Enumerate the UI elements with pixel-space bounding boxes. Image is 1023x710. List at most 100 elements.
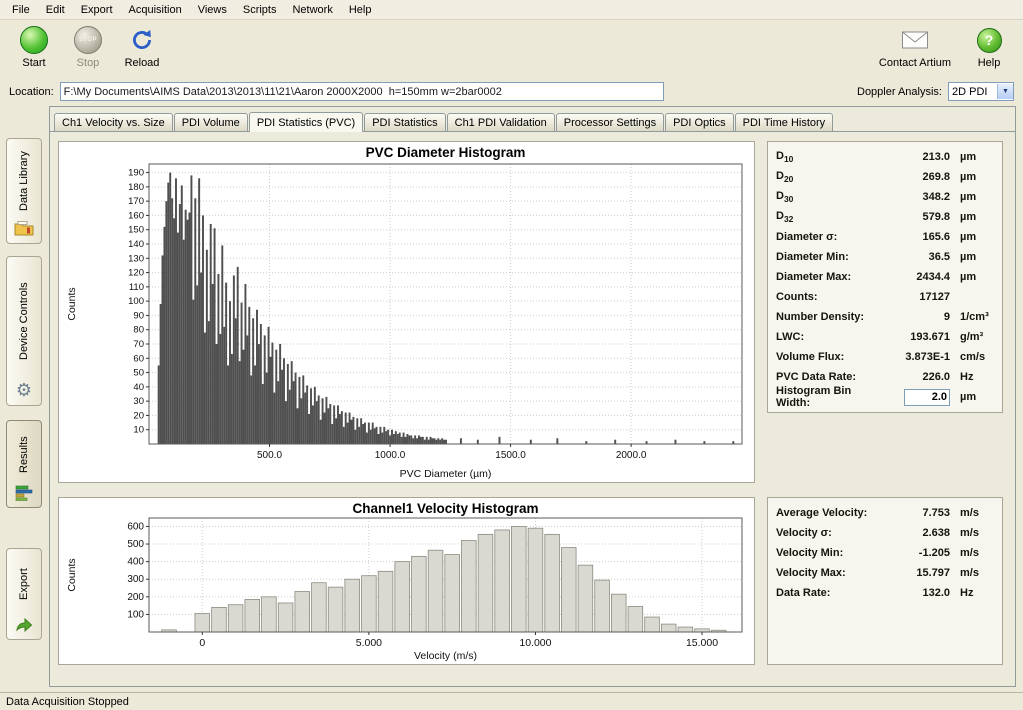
stat-lwc-row: LWC:193.671g/m³ (774, 327, 996, 347)
stat-velocity-min-label: Velocity Min: (776, 547, 880, 559)
svg-text:200: 200 (127, 592, 144, 603)
doppler-analysis-value: 2D PDI (949, 86, 997, 98)
stat-d30-value: 348.2 (880, 191, 950, 203)
stat-d20-value: 269.8 (880, 171, 950, 183)
tab-pdi-statistics[interactable]: PDI Statistics (364, 113, 445, 131)
menu-item-network[interactable]: Network (284, 2, 340, 18)
stat-diameter-sigma-label: Diameter σ: (776, 231, 880, 243)
svg-text:500.0: 500.0 (257, 450, 282, 461)
svg-text:150: 150 (128, 225, 144, 236)
toolbar-left-group: Start STOP Stop Reload (10, 23, 166, 69)
stat-velocity-max-label: Velocity Max: (776, 567, 880, 579)
sidebar-item-label: Export (18, 557, 30, 612)
menu-item-export[interactable]: Export (73, 2, 121, 18)
start-icon (20, 26, 48, 54)
side-tab-bar: Data Library Device Controls⚙ Results Expor… (0, 104, 48, 692)
svg-text:100: 100 (127, 609, 144, 620)
tab-ch1-velocity-vs-size[interactable]: Ch1 Velocity vs. Size (54, 113, 173, 131)
menu-item-scripts[interactable]: Scripts (235, 2, 285, 18)
svg-text:180: 180 (128, 182, 144, 193)
stat-number-density-label: Number Density: (776, 311, 880, 323)
stat-d10-value: 213.0 (880, 151, 950, 163)
svg-text:90: 90 (133, 310, 144, 321)
doppler-analysis-select[interactable]: 2D PDI ▼ (948, 82, 1014, 101)
svg-text:1500.0: 1500.0 (495, 450, 526, 461)
envelope-icon (901, 25, 929, 55)
stat-counts-value: 17127 (880, 291, 950, 303)
stat-d32-row: D32579.8µm (774, 207, 996, 227)
svg-text:PVC Diameter Histogram: PVC Diameter Histogram (366, 145, 526, 160)
start-button[interactable]: Start (10, 23, 58, 69)
sidebar-item-results[interactable]: Results (6, 420, 42, 508)
tab-pdi-volume[interactable]: PDI Volume (174, 113, 248, 131)
results-icon (15, 485, 33, 501)
stat-volume-flux-label: Volume Flux: (776, 351, 880, 363)
stop-button[interactable]: STOP Stop (64, 23, 112, 69)
menu-item-help[interactable]: Help (341, 2, 380, 18)
svg-text:Counts: Counts (66, 287, 78, 320)
histogram-bin-width-input[interactable] (904, 389, 950, 406)
stat-velocity-max-row: Velocity Max:15.797m/s (774, 563, 996, 583)
menu-item-views[interactable]: Views (190, 2, 235, 18)
svg-text:70: 70 (133, 339, 144, 350)
tab-ch1-pdi-validation[interactable]: Ch1 PDI Validation (447, 113, 555, 131)
stat-diameter-sigma-row: Diameter σ:165.6µm (774, 227, 996, 247)
svg-text:190: 190 (128, 168, 144, 179)
stat-data-rate-label: Data Rate: (776, 587, 880, 599)
stat-counts-row: Counts:17127 (774, 287, 996, 307)
tab-processor-settings[interactable]: Processor Settings (556, 113, 664, 131)
stat-diameter-min-row: Diameter Min:36.5µm (774, 247, 996, 267)
sidebar-item-label: Data Library (18, 147, 30, 216)
stat-data-rate-unit: Hz (950, 587, 994, 599)
stat-velocity-max-unit: m/s (950, 567, 994, 579)
sidebar-item-export[interactable]: Export (6, 548, 42, 640)
stat-velocity-min-unit: m/s (950, 547, 994, 559)
stat-number-density-value: 9 (880, 311, 950, 323)
svg-text:1000.0: 1000.0 (375, 450, 406, 461)
svg-text:Channel1 Velocity Histogram: Channel1 Velocity Histogram (352, 501, 538, 516)
export-icon (15, 616, 33, 633)
menu-item-file[interactable]: File (4, 2, 38, 18)
svg-text:120: 120 (128, 268, 144, 279)
svg-text:600: 600 (127, 521, 144, 532)
menu-item-edit[interactable]: Edit (38, 2, 73, 18)
contact-artium-button[interactable]: Contact Artium (877, 23, 953, 69)
svg-text:60: 60 (133, 353, 144, 364)
tab-pdi-statistics-pvc[interactable]: PDI Statistics (PVC) (249, 112, 363, 132)
doppler-analysis-label: Doppler Analysis: (857, 86, 942, 98)
tab-pdi-optics[interactable]: PDI Optics (665, 113, 734, 131)
aims-application-window: FileEditExportAcquisitionViewsScriptsNet… (0, 0, 1023, 710)
stat-data-rate-value: 132.0 (880, 587, 950, 599)
stat-d20-label: D20 (776, 170, 880, 184)
location-input[interactable] (60, 82, 664, 101)
stat-diameter-min-unit: µm (950, 251, 994, 263)
svg-text:400: 400 (127, 557, 144, 568)
status-bar: Data Acquisition Stopped (0, 692, 1023, 710)
gear-icon: ⚙ (16, 381, 32, 399)
results-panels: 1020304050607080901001101201301401501601… (50, 132, 1015, 686)
status-text: Data Acquisition Stopped (6, 696, 129, 708)
reload-button[interactable]: Reload (118, 23, 166, 69)
stat-average-velocity-value: 7.753 (880, 507, 950, 519)
stat-lwc-unit: g/m³ (950, 331, 994, 343)
stat-d32-value: 579.8 (880, 211, 950, 223)
stat-d32-label: D32 (776, 210, 880, 224)
sidebar-item-device-controls[interactable]: Device Controls⚙ (6, 256, 42, 406)
help-button[interactable]: ? Help (965, 23, 1013, 69)
svg-text:160: 160 (128, 210, 144, 221)
reload-icon (129, 25, 155, 55)
velocity-histogram-panel: 10020030040050060005.00010.00015.000Chan… (58, 497, 755, 665)
sidebar-item-data-library[interactable]: Data Library (6, 138, 42, 244)
svg-text:PVC Diameter (µm): PVC Diameter (µm) (400, 468, 492, 480)
stat-histogram-bin-width-row: Histogram Bin Width:µm (774, 387, 996, 407)
menu-item-acquisition[interactable]: Acquisition (121, 2, 190, 18)
tab-strip: Ch1 Velocity vs. SizePDI VolumePDI Stati… (50, 107, 1015, 132)
stat-d30-row: D30348.2µm (774, 187, 996, 207)
stat-diameter-max-value: 2434.4 (880, 271, 950, 283)
stat-d10-unit: µm (950, 151, 994, 163)
svg-text:130: 130 (128, 253, 144, 264)
velocity-stats-panel: Average Velocity:7.753m/sVelocity σ:2.63… (767, 497, 1003, 665)
stat-pvc-data-rate-value: 226.0 (880, 371, 950, 383)
tab-pdi-time-history[interactable]: PDI Time History (735, 113, 834, 131)
stat-volume-flux-unit: cm/s (950, 351, 994, 363)
